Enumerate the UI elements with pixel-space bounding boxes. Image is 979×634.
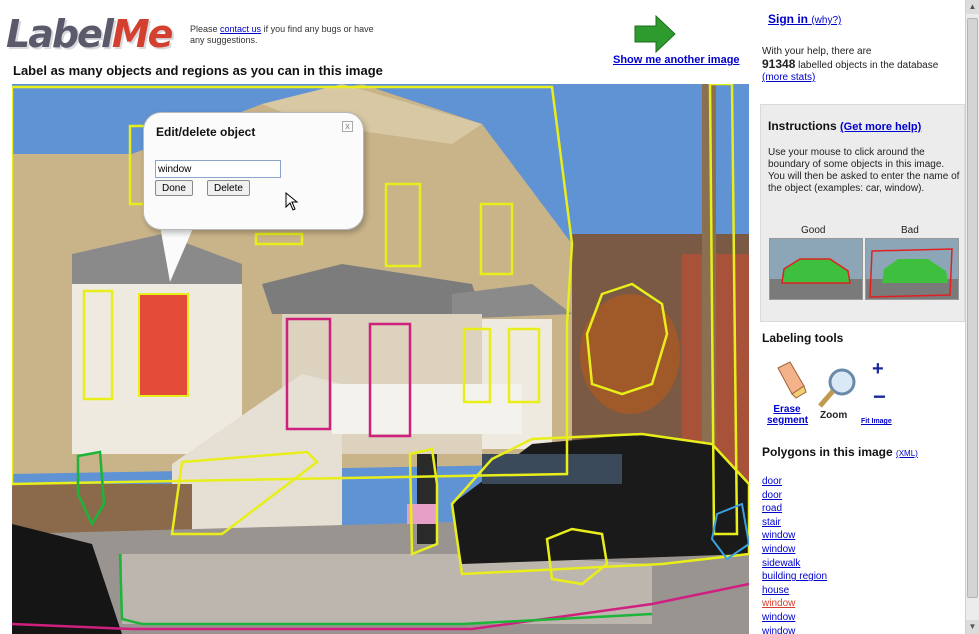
polygon-list-item[interactable]: door: [762, 475, 827, 489]
polygon-list-item[interactable]: window: [762, 543, 827, 557]
sign-in-label[interactable]: Sign in: [768, 12, 808, 26]
polygons-title: Polygons in this image (XML): [762, 445, 918, 459]
close-icon[interactable]: x: [342, 121, 353, 132]
zoom-label[interactable]: Zoom: [820, 410, 847, 421]
logo-text-main: Label: [6, 12, 114, 56]
stats-suffix: labelled objects in the database: [795, 60, 939, 71]
zoom-in-button[interactable]: +: [872, 358, 884, 381]
labelme-page: LabelMe Please contact us if you find an…: [0, 0, 979, 634]
bad-example-image: [865, 238, 959, 300]
good-label: Good: [801, 225, 826, 236]
popup-title: Edit/delete object: [156, 125, 256, 139]
erase-segment-button[interactable]: Erase segment: [767, 404, 808, 426]
scrollbar-thumb[interactable]: [967, 18, 978, 598]
polygon-list-item[interactable]: house: [762, 584, 827, 598]
instructions-title: Instructions (Get more help): [768, 119, 921, 133]
xml-link[interactable]: (XML): [896, 449, 918, 458]
delete-button[interactable]: Delete: [207, 180, 250, 196]
contact-us-link[interactable]: contact us: [220, 24, 261, 34]
object-name-input[interactable]: [155, 160, 281, 178]
feedback-note: Please contact us if you find any bugs o…: [190, 24, 390, 46]
instructions-panel: Instructions (Get more help) Use your mo…: [760, 104, 965, 322]
done-button[interactable]: Done: [155, 180, 193, 196]
popup-tail: [160, 226, 194, 282]
more-stats-link[interactable]: (more stats): [762, 72, 962, 84]
polygon-list-item[interactable]: sidewalk: [762, 557, 827, 571]
labelme-logo[interactable]: LabelMe: [6, 12, 186, 58]
scroll-up-arrow-icon[interactable]: ▲: [966, 0, 979, 14]
polygon-list-item[interactable]: window: [762, 611, 827, 625]
annotation-canvas[interactable]: [12, 84, 749, 634]
mouse-pointer-icon: [285, 192, 299, 211]
instructions-body: Use your mouse to click around the bound…: [768, 147, 960, 194]
sign-in-link[interactable]: Sign in (why?): [768, 12, 841, 26]
polygon-list-item[interactable]: road: [762, 502, 827, 516]
get-more-help-link[interactable]: (Get more help): [840, 121, 921, 133]
logo-text-accent: Me: [111, 12, 174, 56]
polygon-list: door door road stair window window sidew…: [762, 475, 827, 634]
feedback-note-prefix: Please: [190, 24, 221, 34]
scroll-down-arrow-icon[interactable]: ▼: [966, 620, 979, 634]
fit-image-button[interactable]: Fit Image: [861, 418, 892, 425]
right-arrow-icon[interactable]: [632, 14, 678, 54]
edit-object-popup: Edit/delete object x Done Delete: [143, 112, 364, 230]
polygon-list-item[interactable]: stair: [762, 516, 827, 530]
polygons-heading: Polygons in this image: [762, 445, 893, 459]
polygon-list-item-selected[interactable]: window: [762, 597, 827, 611]
eraser-icon[interactable]: [770, 360, 810, 400]
labelled-count: 91348: [762, 57, 796, 71]
polygon-list-item[interactable]: window: [762, 625, 827, 634]
vertical-scrollbar[interactable]: ▲ ▼: [965, 0, 979, 634]
labeling-tools-title: Labeling tools: [762, 331, 844, 345]
page-heading: Label as many objects and regions as you…: [13, 63, 383, 78]
why-link[interactable]: (why?): [811, 15, 841, 26]
polygon-list-item[interactable]: window: [762, 529, 827, 543]
good-example-image: [769, 238, 863, 300]
scene-image[interactable]: [12, 84, 749, 634]
polygon-list-item[interactable]: door: [762, 489, 827, 503]
stats-panel: With your help, there are 91348 labelled…: [762, 46, 962, 84]
magnifier-icon[interactable]: [816, 366, 860, 410]
show-another-image-link[interactable]: Show me another image: [613, 54, 740, 66]
bad-label: Bad: [901, 225, 919, 236]
polygon-list-item[interactable]: building region: [762, 570, 827, 584]
zoom-out-button[interactable]: −: [873, 384, 886, 410]
instructions-heading: Instructions: [768, 119, 837, 133]
